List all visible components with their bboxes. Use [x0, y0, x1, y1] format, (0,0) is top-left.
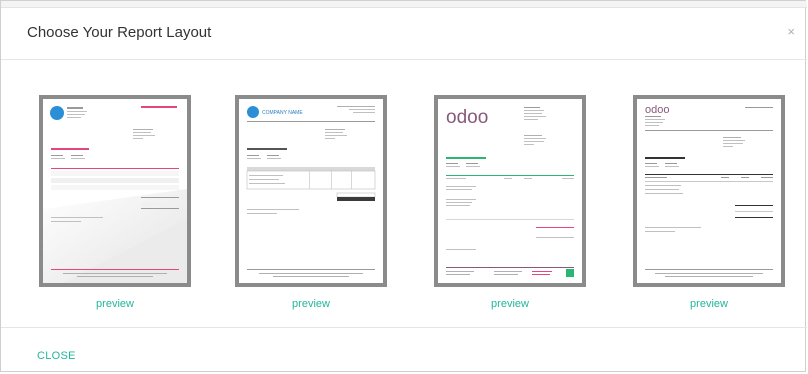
layout-thumbnail-2: COMPANY NAME — [239, 99, 383, 283]
preview-link-3[interactable]: preview — [434, 298, 586, 310]
dialog-body: preview COMPANY NAME preview odoo previe… — [1, 60, 807, 326]
invoice-thumbnail-2: COMPANY NAME — [246, 106, 376, 277]
invoice-thumbnail-4: odoo — [645, 104, 773, 277]
layout-thumbnail-1 — [43, 99, 187, 283]
odoo-logo-large: odoo — [446, 107, 488, 128]
layout-card-2[interactable]: COMPANY NAME — [235, 95, 387, 287]
invoice-thumbnail-3: odoo — [446, 107, 574, 277]
logo-icon-2 — [247, 106, 259, 118]
layout-card-4[interactable]: odoo — [633, 95, 785, 287]
company-name-text: COMPANY NAME — [262, 110, 303, 116]
dialog-header: Choose Your Report Layout × — [1, 7, 807, 60]
dialog-footer: CLOSE — [1, 327, 807, 374]
preview-link-2[interactable]: preview — [235, 298, 387, 310]
close-icon[interactable]: × — [787, 25, 795, 39]
close-button[interactable]: CLOSE — [37, 350, 76, 362]
layout-card-3[interactable]: odoo — [434, 95, 586, 287]
odoo-logo-small: odoo — [645, 104, 669, 116]
layout-thumbnail-4: odoo — [637, 99, 781, 283]
dialog-title: Choose Your Report Layout — [27, 24, 212, 41]
report-layout-dialog: Choose Your Report Layout × preview COMP… — [0, 0, 807, 374]
preview-link-4[interactable]: preview — [633, 298, 785, 310]
invoice-thumbnail-1 — [43, 106, 187, 283]
logo-icon-1 — [50, 106, 64, 120]
preview-link-1[interactable]: preview — [39, 298, 191, 310]
layout-card-1[interactable] — [39, 95, 191, 287]
layout-thumbnail-3: odoo — [438, 99, 582, 283]
